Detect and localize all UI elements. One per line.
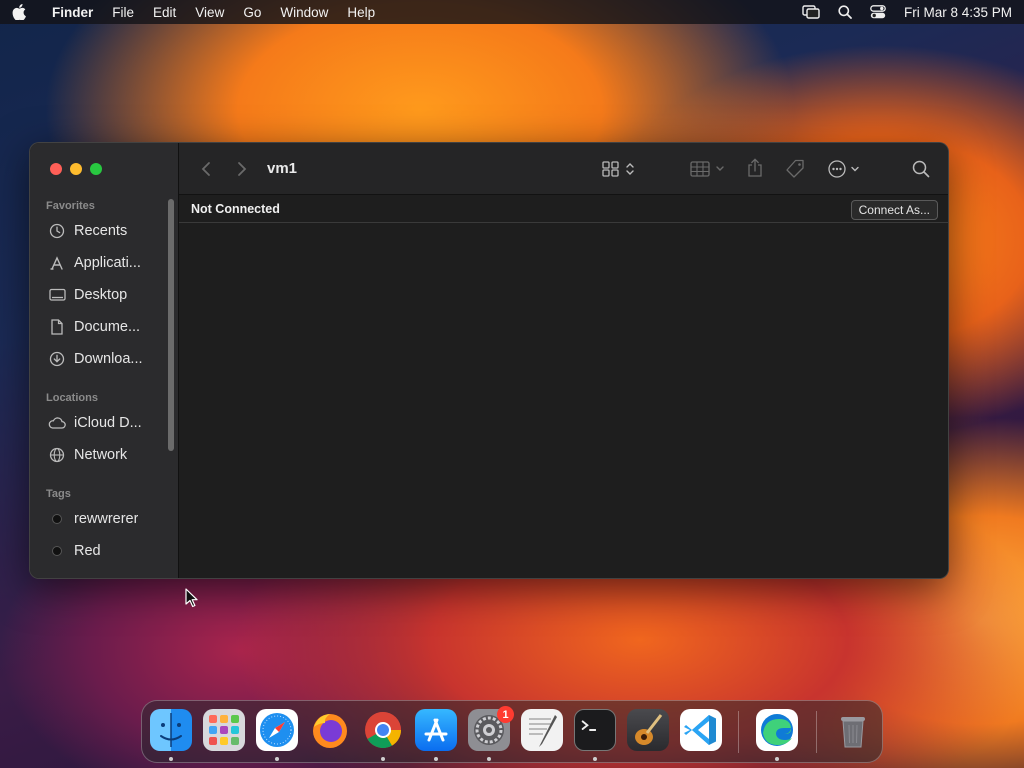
system-settings-icon[interactable]: 1 [468, 706, 514, 751]
sidebar-item-icloud-drive[interactable]: iCloud D... [48, 411, 166, 435]
vscode-icon[interactable] [680, 709, 722, 751]
dock-separator [738, 711, 739, 753]
menu-edit[interactable]: Edit [153, 5, 176, 20]
launchpad-icon[interactable] [203, 709, 245, 751]
trash-icon[interactable] [832, 709, 874, 751]
close-button[interactable] [50, 163, 62, 175]
dock-separator [816, 711, 817, 753]
menu-help[interactable]: Help [347, 5, 375, 20]
sidebar-tag-rewwrerer[interactable]: rewwrerer [48, 507, 166, 531]
sidebar-item-desktop[interactable]: Desktop [48, 283, 166, 307]
sidebar-item-label: Docume... [74, 319, 141, 335]
sidebar-item-recents[interactable]: Recents [48, 219, 166, 243]
connect-as-button[interactable]: Connect As... [850, 200, 938, 220]
menu-go[interactable]: Go [243, 5, 261, 20]
sidebar-scrollbar[interactable] [168, 199, 174, 451]
connection-status-bar: Not Connected Connect As... [179, 195, 948, 223]
sidebar-item-downloads[interactable]: Downloa... [48, 347, 166, 371]
toolbar: vm1 [179, 143, 948, 195]
sidebar-item-documents[interactable]: Docume... [48, 315, 166, 339]
clock-icon [48, 223, 66, 239]
sidebar-section-favorites: Favorites [46, 200, 95, 212]
more-actions-icon[interactable] [827, 159, 863, 179]
desktop-icon [48, 288, 66, 302]
firefox-icon[interactable] [309, 709, 351, 751]
tag-color-dot [52, 546, 62, 556]
cloud-icon [48, 417, 66, 429]
terminal-icon[interactable] [574, 709, 616, 751]
share-icon[interactable] [747, 158, 763, 178]
chrome-icon[interactable] [362, 709, 404, 751]
sidebar-tag-red[interactable]: Red [48, 539, 166, 563]
globe-icon [48, 447, 66, 463]
mouse-pointer-icon [185, 588, 199, 613]
forward-chevron-icon[interactable] [237, 161, 247, 177]
sidebar-item-network[interactable]: Network [48, 443, 166, 467]
safari-icon[interactable] [256, 709, 298, 751]
running-indicator [487, 757, 491, 761]
sidebar-item-label: Applicati... [74, 255, 141, 271]
applications-icon [48, 255, 66, 271]
tag-icon[interactable] [785, 159, 805, 179]
window-title: vm1 [267, 160, 298, 177]
sidebar-item-applications[interactable]: Applicati... [48, 251, 166, 275]
menu-clock[interactable]: Fri Mar 8 4:35 PM [904, 5, 1012, 20]
menu-view[interactable]: View [195, 5, 224, 20]
sidebar-item-label: Red [74, 543, 101, 559]
sidebar: Favorites Recents Applicati... Desktop D… [30, 143, 179, 578]
menu-bar: Finder File Edit View Go Window Help Fri… [0, 0, 1024, 24]
finder-icon[interactable] [150, 709, 192, 751]
back-chevron-icon[interactable] [201, 161, 211, 177]
tag-color-dot [52, 514, 62, 524]
view-mode-grid-icon[interactable] [602, 160, 638, 178]
sidebar-section-locations: Locations [46, 392, 98, 404]
sidebar-item-label: rewwrerer [74, 511, 139, 527]
screen-mirroring-icon[interactable] [802, 5, 820, 19]
edge-icon[interactable] [756, 709, 798, 751]
document-icon [48, 319, 66, 335]
garageband-icon[interactable] [627, 709, 669, 751]
apple-logo-icon[interactable] [12, 4, 40, 20]
minimize-button[interactable] [70, 163, 82, 175]
running-indicator [775, 757, 779, 761]
sidebar-item-label: Desktop [74, 287, 128, 303]
control-center-icon[interactable] [870, 5, 886, 19]
sidebar-item-label: iCloud D... [74, 415, 142, 431]
sidebar-item-label: Downloa... [74, 351, 143, 367]
sidebar-item-label: Network [74, 447, 128, 463]
file-browser-content: Not Connected Connect As... [179, 195, 948, 578]
running-indicator [434, 757, 438, 761]
textedit-icon[interactable] [521, 709, 563, 751]
window-controls [50, 163, 102, 175]
app-store-icon[interactable] [415, 709, 457, 751]
menu-file[interactable]: File [112, 5, 134, 20]
running-indicator [169, 757, 173, 761]
download-icon [48, 351, 66, 367]
spotlight-search-icon[interactable] [838, 5, 852, 19]
running-indicator [275, 757, 279, 761]
sidebar-item-label: Recents [74, 223, 128, 239]
running-indicator [381, 757, 385, 761]
group-by-icon[interactable] [690, 160, 726, 178]
zoom-button[interactable] [90, 163, 102, 175]
notification-badge: 1 [497, 706, 514, 723]
finder-window: Favorites Recents Applicati... Desktop D… [29, 142, 949, 579]
running-indicator [593, 757, 597, 761]
search-icon[interactable] [912, 160, 930, 178]
dock: 1 [141, 700, 883, 763]
menu-window[interactable]: Window [280, 5, 328, 20]
menu-app-finder[interactable]: Finder [52, 5, 93, 20]
sidebar-section-tags: Tags [46, 488, 71, 500]
connection-status: Not Connected [191, 202, 280, 216]
